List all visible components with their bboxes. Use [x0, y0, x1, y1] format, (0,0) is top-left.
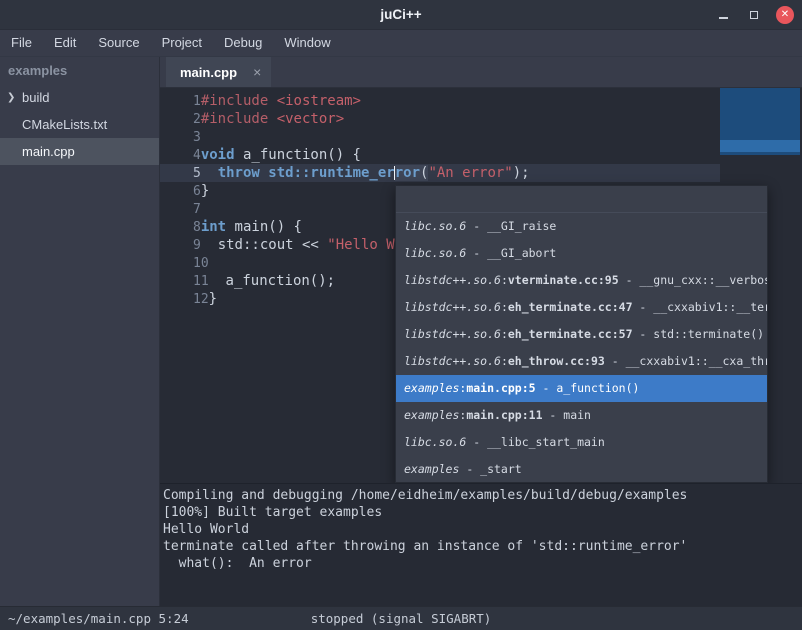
line-number: 3 — [193, 130, 201, 145]
code-line-4[interactable]: 4void a_function() { — [160, 146, 802, 164]
line-number: 6 — [193, 184, 201, 199]
terminal-line: Hello World — [163, 521, 802, 538]
tree-item-build[interactable]: ❯ build — [0, 84, 159, 111]
menu-item-project[interactable]: Project — [151, 30, 213, 57]
stack-frame-list: libc.so.6 - __GI_raiselibc.so.6 - __GI_a… — [396, 213, 767, 483]
menu-item-source[interactable]: Source — [87, 30, 150, 57]
tree-item-label: main.cpp — [22, 144, 75, 159]
tab-close-icon[interactable]: × — [253, 65, 261, 79]
terminal-output: Compiling and debugging /home/eidheim/ex… — [160, 483, 802, 606]
tab-bar: main.cpp × — [160, 57, 802, 88]
maximize-button[interactable] — [745, 6, 763, 24]
code-line-3[interactable]: 3 — [160, 128, 802, 146]
menu-item-edit[interactable]: Edit — [43, 30, 87, 57]
menu-bar: FileEditSourceProjectDebugWindow — [0, 30, 802, 57]
code-line-2[interactable]: 2#include <vector> — [160, 110, 802, 128]
window-title: juCi++ — [380, 7, 421, 22]
maximize-icon — [750, 11, 758, 19]
line-number: 1 — [193, 94, 201, 109]
terminal-line: what(): An error — [163, 555, 802, 572]
stack-frame-item[interactable]: examples:main.cpp:5 - a_function() — [396, 375, 767, 402]
terminal-line: [100%] Built target examples — [163, 504, 802, 521]
line-number: 2 — [193, 112, 201, 127]
menu-item-debug[interactable]: Debug — [213, 30, 273, 57]
close-icon: ✕ — [781, 10, 789, 20]
stack-frame-item[interactable]: libstdc++.so.6:vterminate.cc:95 - __gnu_… — [396, 267, 767, 294]
file-explorer: examples ❯ build CMakeLists.txt main.cpp — [0, 57, 160, 606]
tree-item-label: CMakeLists.txt — [22, 117, 107, 132]
project-name: examples — [0, 57, 159, 84]
status-file-position: ~/examples/main.cpp 5:24 — [8, 611, 189, 626]
menu-item-file[interactable]: File — [0, 30, 43, 57]
stack-frame-item[interactable]: examples:main.cpp:11 - main — [396, 402, 767, 429]
title-bar: juCi++ ✕ — [0, 0, 802, 30]
minimap — [720, 88, 800, 155]
line-number: 10 — [193, 256, 209, 271]
stack-trace-popup: libc.so.6 - __GI_raiselibc.so.6 - __GI_a… — [395, 185, 768, 483]
minimize-icon — [719, 17, 728, 19]
stack-frame-item[interactable]: examples - _start — [396, 456, 767, 483]
code-line-5[interactable]: 5 throw std::runtime_error("An error"); — [160, 164, 802, 182]
window-controls: ✕ — [714, 0, 794, 29]
minimap-stripe — [720, 140, 800, 152]
code-editor[interactable]: 1#include <iostream>2#include <vector>34… — [160, 88, 802, 483]
line-number: 9 — [193, 238, 201, 253]
stack-frame-item[interactable]: libc.so.6 - __GI_raise — [396, 213, 767, 240]
popup-header — [396, 186, 767, 213]
tree-item-label: build — [22, 90, 49, 105]
stack-frame-item[interactable]: libstdc++.so.6:eh_terminate.cc:47 - __cx… — [396, 294, 767, 321]
stack-frame-item[interactable]: libstdc++.so.6:eh_terminate.cc:57 - std:… — [396, 321, 767, 348]
minimize-button[interactable] — [714, 6, 732, 24]
tab-main-cpp[interactable]: main.cpp × — [166, 57, 271, 87]
chevron-right-icon: ❯ — [7, 84, 15, 111]
terminal-line: terminate called after throwing an insta… — [163, 538, 802, 555]
status-bar: ~/examples/main.cpp 5:24 stopped (signal… — [0, 606, 802, 630]
line-number: 7 — [193, 202, 201, 217]
file-tree: ❯ build CMakeLists.txt main.cpp — [0, 84, 159, 165]
juci-window: juCi++ ✕ FileEditSourceProjectDebugWindo… — [0, 0, 802, 630]
line-number: 12 — [193, 292, 209, 307]
menu-item-window[interactable]: Window — [273, 30, 341, 57]
line-number: 4 — [193, 148, 201, 163]
line-number: 8 — [193, 220, 201, 235]
close-button[interactable]: ✕ — [776, 6, 794, 24]
line-number: 5 — [193, 166, 201, 181]
stack-frame-item[interactable]: libstdc++.so.6:eh_throw.cc:93 - __cxxabi… — [396, 348, 767, 375]
line-number: 11 — [193, 274, 209, 289]
stack-frame-item[interactable]: libc.so.6 - __libc_start_main — [396, 429, 767, 456]
window-body: examples ❯ build CMakeLists.txt main.cpp ma… — [0, 57, 802, 606]
tree-item-cmakelists-txt[interactable]: CMakeLists.txt — [0, 111, 159, 138]
main-area: main.cpp × 1#include <iostream>2#include… — [160, 57, 802, 606]
code-line-1[interactable]: 1#include <iostream> — [160, 92, 802, 110]
stack-frame-item[interactable]: libc.so.6 - __GI_abort — [396, 240, 767, 267]
terminal-line: Compiling and debugging /home/eidheim/ex… — [163, 487, 802, 504]
tab-label: main.cpp — [180, 65, 237, 80]
tree-item-main-cpp[interactable]: main.cpp — [0, 138, 159, 165]
